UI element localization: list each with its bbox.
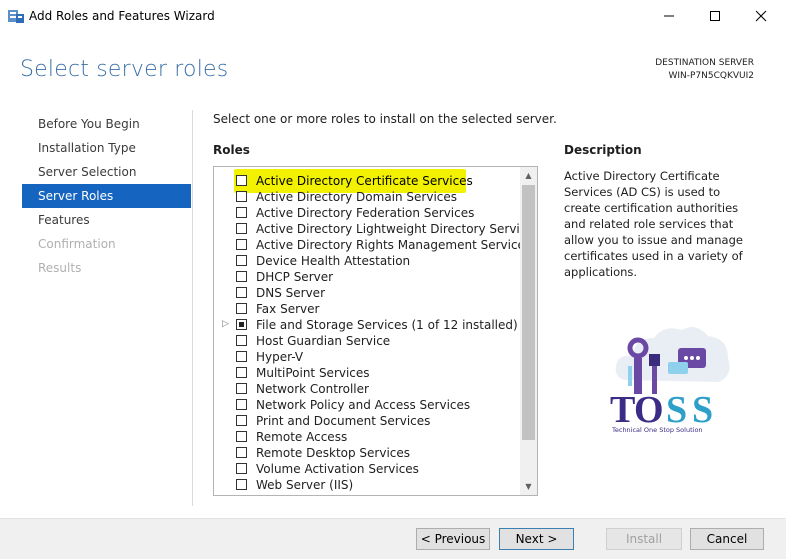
minimize-icon: [664, 15, 674, 17]
svg-text:S: S: [692, 389, 713, 431]
role-checkbox[interactable]: [236, 303, 247, 314]
nav-item-features[interactable]: Features: [22, 208, 191, 232]
role-checkbox[interactable]: [236, 399, 247, 410]
role-item[interactable]: Remote Access: [214, 429, 520, 445]
role-checkbox[interactable]: [236, 351, 247, 362]
role-item[interactable]: MultiPoint Services: [214, 365, 520, 381]
role-item[interactable]: Host Guardian Service: [214, 333, 520, 349]
description-text: Active Directory Certificate Services (A…: [564, 169, 743, 279]
role-label: Active Directory Federation Services: [256, 206, 475, 220]
role-item[interactable]: Network Policy and Access Services: [214, 397, 520, 413]
nav-item-server-selection[interactable]: Server Selection: [22, 160, 191, 184]
role-item[interactable]: Active Directory Rights Management Servi…: [214, 237, 531, 253]
maximize-icon: [710, 11, 720, 21]
destination-server-name: WIN-P7N5CQKVUI2: [668, 71, 754, 81]
role-label: MultiPoint Services: [256, 366, 370, 380]
role-checkbox[interactable]: [236, 223, 247, 234]
install-button[interactable]: Install: [606, 528, 682, 550]
scroll-down-arrow-icon[interactable]: ▼: [520, 478, 537, 495]
svg-text:S: S: [666, 389, 687, 431]
role-label: Remote Desktop Services: [256, 446, 411, 460]
role-label: Device Health Attestation: [256, 254, 411, 268]
roles-heading: Roles: [213, 143, 250, 157]
role-checkbox[interactable]: [236, 367, 247, 378]
role-label: Volume Activation Services: [256, 462, 419, 476]
role-item[interactable]: Active Directory Domain Services: [214, 189, 520, 205]
close-icon: [755, 10, 767, 22]
role-checkbox[interactable]: [236, 479, 247, 490]
role-label: Network Policy and Access Services: [256, 398, 471, 412]
role-item[interactable]: DNS Server: [214, 285, 520, 301]
expand-arrow-icon[interactable]: ▷: [222, 319, 229, 329]
role-checkbox[interactable]: [236, 255, 247, 266]
maximize-button[interactable]: [692, 0, 738, 32]
roles-list[interactable]: Active Directory Certificate Services Act…: [213, 166, 538, 496]
role-label: Fax Server: [256, 302, 320, 316]
instruction-text: Select one or more roles to install on t…: [213, 112, 557, 126]
nav-item-installation-type[interactable]: Installation Type: [22, 136, 191, 160]
scroll-up-arrow-icon[interactable]: ▲: [520, 167, 537, 184]
role-checkbox[interactable]: [236, 447, 247, 458]
next-button[interactable]: Next >: [499, 528, 574, 550]
role-item[interactable]: Active Directory Certificate Services: [214, 169, 520, 193]
role-item[interactable]: Active Directory Federation Services: [214, 205, 520, 221]
role-checkbox[interactable]: [236, 191, 247, 202]
role-item[interactable]: Fax Server: [214, 301, 520, 317]
window-title: Add Roles and Features Wizard: [29, 9, 215, 23]
role-item[interactable]: ▷ File and Storage Services (1 of 12 inst…: [214, 317, 520, 333]
role-checkbox[interactable]: [236, 431, 247, 442]
role-label: File and Storage Services (1 of 12 insta…: [256, 318, 518, 332]
role-item[interactable]: DHCP Server: [214, 269, 520, 285]
role-checkbox[interactable]: [236, 463, 247, 474]
svg-text:T: T: [610, 389, 635, 431]
cancel-button[interactable]: Cancel: [690, 528, 764, 550]
role-item[interactable]: Device Health Attestation: [214, 253, 520, 269]
nav-item-confirmation: Confirmation: [38, 237, 116, 251]
role-item[interactable]: Volume Activation Services: [214, 461, 520, 477]
role-checkbox[interactable]: [236, 415, 247, 426]
role-checkbox[interactable]: [236, 271, 247, 282]
nav-divider: [192, 110, 193, 506]
nav-item-before-you-begin[interactable]: Before You Begin: [22, 112, 191, 136]
nav-item-results: Results: [38, 261, 82, 275]
role-item[interactable]: Hyper-V: [214, 349, 520, 365]
role-item[interactable]: Network Controller: [214, 381, 520, 397]
role-label: Print and Document Services: [256, 414, 431, 428]
role-item[interactable]: Web Server (IIS): [214, 477, 520, 493]
role-checkbox[interactable]: [236, 175, 247, 186]
previous-button[interactable]: < Previous: [416, 528, 490, 550]
role-label: Active Directory Rights Management Servi…: [256, 238, 532, 252]
toss-tagline: Technical One Stop Solution: [611, 426, 703, 434]
nav-item-server-roles[interactable]: Server Roles: [22, 184, 191, 208]
role-label: DHCP Server: [256, 270, 334, 284]
role-item[interactable]: Print and Document Services: [214, 413, 520, 429]
close-button[interactable]: [738, 0, 784, 32]
roles-scrollbar[interactable]: ▲ ▼: [520, 167, 537, 495]
role-label: DNS Server: [256, 286, 325, 300]
role-item[interactable]: Remote Desktop Services: [214, 445, 520, 461]
server-manager-icon: [8, 10, 24, 23]
role-checkbox[interactable]: [236, 335, 247, 346]
role-checkbox[interactable]: [236, 287, 247, 298]
role-checkbox[interactable]: [236, 239, 247, 250]
svg-text:O: O: [634, 389, 664, 431]
role-label: Active Directory Lightweight Directory S…: [256, 222, 538, 236]
minimize-button[interactable]: [646, 0, 692, 32]
role-label: Active Directory Domain Services: [256, 190, 458, 204]
role-label: Web Server (IIS): [256, 478, 354, 492]
role-label: Network Controller: [256, 382, 369, 396]
role-item[interactable]: Active Directory Lightweight Directory S…: [214, 221, 537, 237]
destination-server-label: DESTINATION SERVER: [655, 58, 754, 68]
scroll-thumb[interactable]: [522, 185, 535, 440]
role-checkbox[interactable]: [236, 383, 247, 394]
description-heading: Description: [564, 143, 642, 157]
role-label: Host Guardian Service: [256, 334, 391, 348]
role-checkbox[interactable]: [236, 207, 247, 218]
page-title: Select server roles: [20, 57, 229, 82]
role-label: Remote Access: [256, 430, 348, 444]
toss-logo: T O S S Technical One Stop Solution: [610, 327, 730, 434]
role-label: Active Directory Certificate Services: [256, 174, 473, 188]
role-checkbox[interactable]: [236, 319, 247, 330]
role-label: Hyper-V: [256, 350, 304, 364]
